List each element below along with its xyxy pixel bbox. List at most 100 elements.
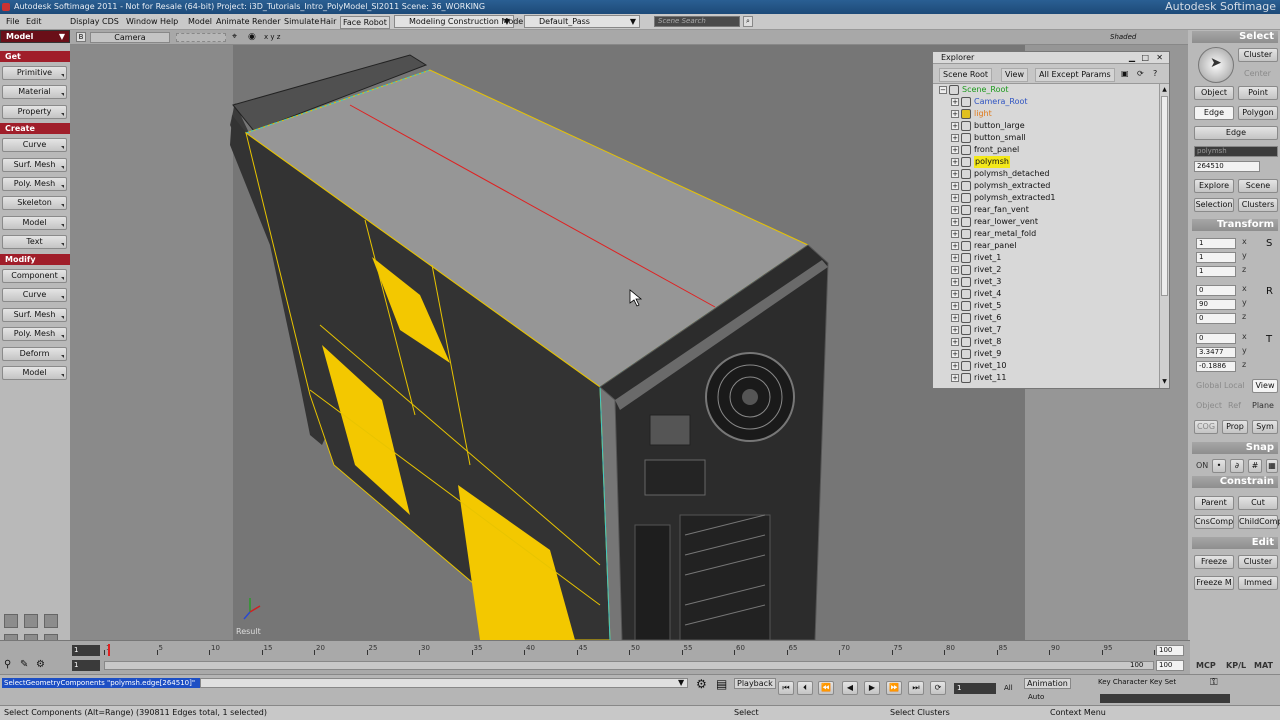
gear-icon[interactable]: ⚙	[36, 659, 45, 670]
expand-icon[interactable]: +	[951, 134, 959, 142]
collapse-icon[interactable]: −	[939, 86, 947, 94]
explorer-tree[interactable]: − Scene_Root + Camera_Root + light + button_lar…	[933, 84, 1159, 388]
expand-icon[interactable]: +	[951, 254, 959, 262]
explorer-node[interactable]: + polymsh	[933, 156, 1159, 168]
expand-icon[interactable]: +	[951, 230, 959, 238]
explorer-node[interactable]: + rivet_2	[933, 264, 1159, 276]
timeline-end-field-2[interactable]: 100	[1156, 660, 1184, 671]
rotation-x-label[interactable]: x	[1242, 283, 1247, 294]
menu-help[interactable]: Help	[160, 16, 178, 27]
explorer-node[interactable]: + button_large	[933, 120, 1159, 132]
maximize-icon[interactable]: □	[1141, 52, 1149, 64]
explorer-node[interactable]: + polymsh_extracted	[933, 180, 1159, 192]
scene-button[interactable]: Scene	[1238, 179, 1278, 193]
view-button[interactable]: View	[1001, 68, 1028, 82]
expand-icon[interactable]: +	[951, 266, 959, 274]
scroll-up-icon[interactable]: ▲	[1161, 86, 1168, 94]
snap-curve-icon[interactable]: ∂	[1230, 459, 1244, 473]
close-icon[interactable]: ✕	[1156, 52, 1163, 64]
translation-x-field[interactable]: 0	[1196, 333, 1236, 344]
scale-icon[interactable]: S	[1266, 238, 1272, 249]
expand-icon[interactable]: +	[951, 98, 959, 106]
explorer-node[interactable]: + front_panel	[933, 144, 1159, 156]
last-frame-icon[interactable]: ⏭	[908, 681, 924, 695]
menu-face-robot[interactable]: Face Robot	[340, 16, 390, 29]
command-line-input[interactable]: SelectGeometryComponents "polymsh.edge[2…	[2, 678, 200, 688]
explorer-node[interactable]: + polymsh_detached	[933, 168, 1159, 180]
menu-model[interactable]: Model	[188, 16, 212, 27]
immed-button[interactable]: Immed	[1238, 576, 1278, 590]
ref-button[interactable]: Ref	[1228, 400, 1241, 411]
translation-z-field[interactable]: -0.1886	[1196, 361, 1236, 372]
scroll-down-icon[interactable]: ▼	[1161, 378, 1168, 386]
menu-display[interactable]: Display	[70, 16, 100, 27]
camera-dropdown[interactable]: Camera	[90, 32, 170, 43]
filter-button[interactable]: All Except Params	[1035, 68, 1115, 82]
create-poly-mesh-button[interactable]: Poly. Mesh	[2, 177, 67, 191]
scope-button[interactable]: Scene Root	[939, 68, 993, 82]
play-forward-icon[interactable]: ▶	[864, 681, 880, 695]
toolbar-mode-selector[interactable]: Model ▼	[0, 30, 70, 43]
modify-component-button[interactable]: Component	[2, 269, 67, 283]
expand-icon[interactable]: +	[951, 326, 959, 334]
explorer-scrollbar[interactable]: ▲ ▼	[1159, 84, 1169, 388]
create-surf-mesh-button[interactable]: Surf. Mesh	[2, 158, 67, 172]
loop-icon[interactable]: ⟳	[930, 681, 946, 695]
viewport-letter-icon[interactable]: B	[76, 32, 86, 42]
snapping-icon[interactable]: ⚲	[4, 659, 11, 670]
explorer-node[interactable]: + rear_fan_vent	[933, 204, 1159, 216]
expand-icon[interactable]: +	[951, 278, 959, 286]
create-curve-button[interactable]: Curve	[2, 138, 67, 152]
menu-window[interactable]: Window	[126, 16, 158, 27]
range-slider[interactable]	[104, 661, 1154, 670]
translation-x-label[interactable]: x	[1242, 331, 1247, 342]
layout-icon[interactable]	[4, 614, 18, 628]
freeze-cluster-button[interactable]: Cluster	[1238, 555, 1278, 569]
freeze-m-button[interactable]: Freeze M	[1194, 576, 1234, 590]
modify-model-button[interactable]: Model	[2, 366, 67, 380]
expand-icon[interactable]: +	[951, 338, 959, 346]
explorer-node[interactable]: + button_small	[933, 132, 1159, 144]
select-arrow-icon[interactable]: ➤	[1198, 47, 1234, 83]
expand-icon[interactable]: +	[951, 362, 959, 370]
explorer-node[interactable]: + rear_metal_fold	[933, 228, 1159, 240]
scale-y-label[interactable]: y	[1242, 250, 1247, 261]
modify-poly-mesh-button[interactable]: Poly. Mesh	[2, 327, 67, 341]
modify-deform-button[interactable]: Deform	[2, 347, 67, 361]
scale-z-label[interactable]: z	[1242, 264, 1246, 275]
3d-viewport[interactable]: Result	[70, 45, 1025, 640]
snap-points-icon[interactable]: •	[1212, 459, 1226, 473]
render-pass-dropdown[interactable]: Default_Pass ▼	[524, 15, 640, 28]
prop-button[interactable]: Prop	[1222, 420, 1248, 434]
object-mode-button[interactable]: Object	[1194, 86, 1234, 100]
auto-key-toggle[interactable]: Auto	[1028, 693, 1044, 701]
polygon-mode-button[interactable]: Polygon	[1238, 106, 1278, 120]
tab-mcp[interactable]: MCP	[1196, 660, 1216, 671]
keying-slider[interactable]	[1100, 694, 1230, 703]
camera-icon[interactable]: ⌖	[232, 32, 237, 42]
explorer-node[interactable]: + rivet_3	[933, 276, 1159, 288]
expand-icon[interactable]: +	[951, 194, 959, 202]
clusters-button[interactable]: Clusters	[1238, 198, 1278, 212]
childcomp-button[interactable]: ChildComp	[1238, 515, 1280, 529]
all-toggle[interactable]: All	[1004, 684, 1013, 692]
eye-icon[interactable]: ◉	[248, 32, 256, 42]
menu-animate[interactable]: Animate	[216, 16, 250, 27]
explorer-node[interactable]: + polymsh_extracted1	[933, 192, 1159, 204]
modify-curve-button[interactable]: Curve	[2, 288, 67, 302]
expand-icon[interactable]: +	[951, 314, 959, 322]
explorer-node[interactable]: + rear_panel	[933, 240, 1159, 252]
translation-y-field[interactable]: 3.3477	[1196, 347, 1236, 358]
expand-icon[interactable]: +	[951, 206, 959, 214]
explorer-node[interactable]: + Camera_Root	[933, 96, 1159, 108]
keying-set-label[interactable]: Key Character Key Set	[1098, 677, 1190, 688]
scale-x-field[interactable]: 1	[1196, 238, 1236, 249]
timeline-ruler[interactable]: 1510152025303540455055606570758085909510…	[104, 643, 1169, 657]
chevron-down-icon[interactable]: ▼	[678, 678, 684, 687]
scroll-thumb[interactable]	[1161, 96, 1168, 296]
sym-button[interactable]: Sym	[1252, 420, 1278, 434]
create-model-button[interactable]: Model	[2, 216, 67, 230]
layout-icon[interactable]	[44, 614, 58, 628]
explorer-node[interactable]: + rivet_10	[933, 360, 1159, 372]
cut-button[interactable]: Cut	[1238, 496, 1278, 510]
